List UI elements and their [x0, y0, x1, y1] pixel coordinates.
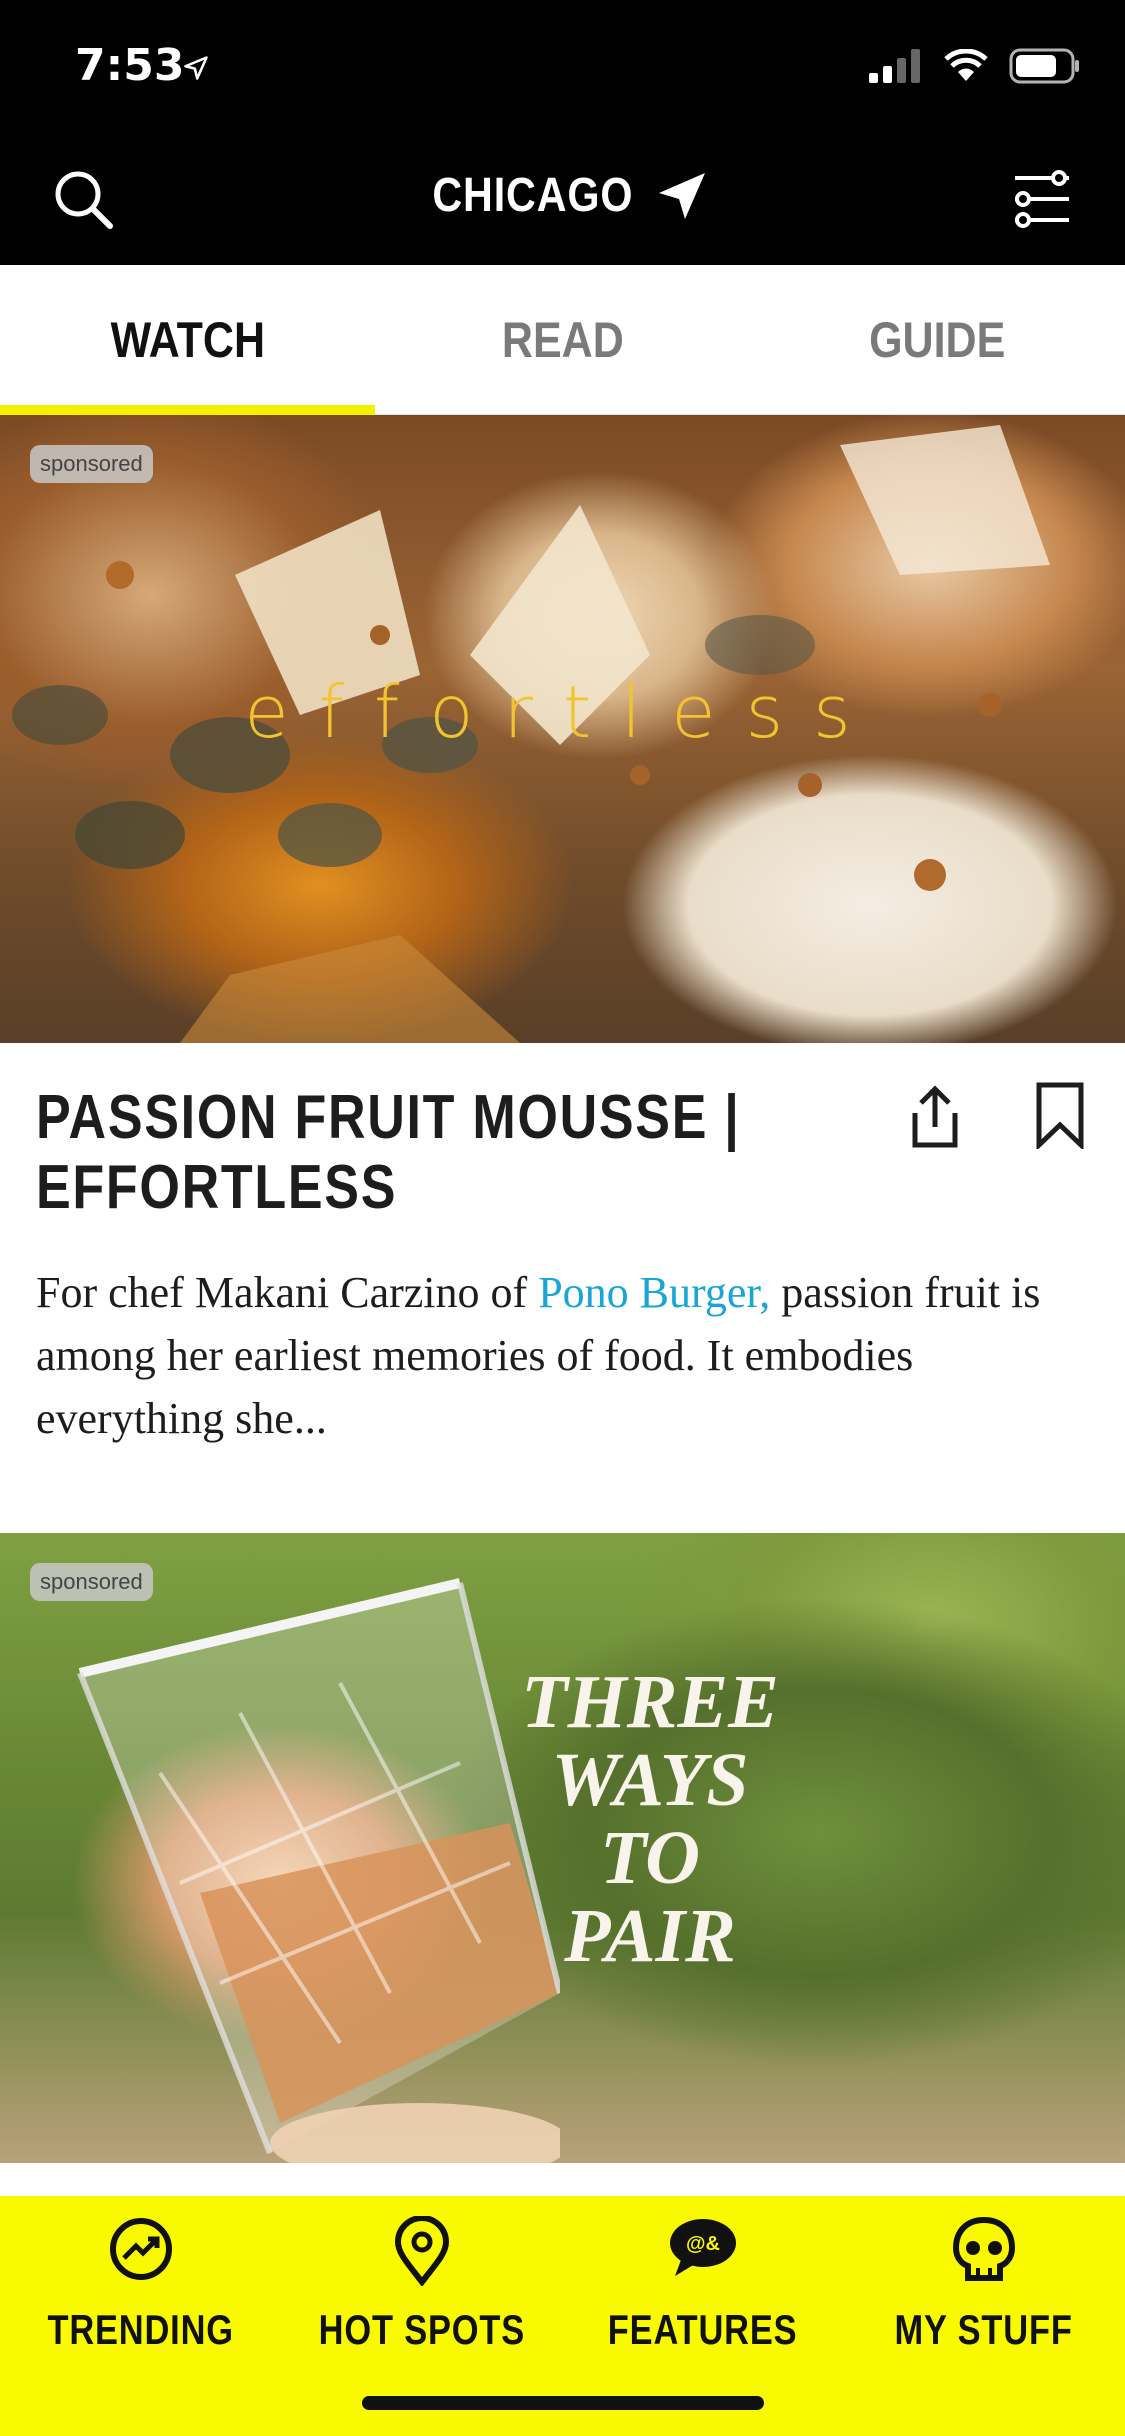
- article-card[interactable]: PASSION FRUIT MOUSSE | EFFORTLESS For ch…: [0, 1043, 1125, 1533]
- video-thumbnail-three-ways-to-pair[interactable]: sponsored THREE WAYS TO PAIR: [0, 1533, 1125, 2163]
- city-label[interactable]: CHICAGO: [433, 168, 634, 223]
- bottom-tab-features[interactable]: @& FEATURES: [562, 2196, 843, 2396]
- trending-icon: [109, 2218, 172, 2280]
- bottom-tab-label: FEATURES: [607, 2306, 798, 2353]
- bottom-tab-label: HOT SPOTS: [318, 2306, 525, 2353]
- status-bar: 7:53: [0, 0, 1125, 130]
- wine-glass-image: [77, 1578, 560, 2163]
- location-services-icon: [184, 56, 208, 80]
- bottom-tab-hot-spots[interactable]: HOT SPOTS: [281, 2196, 562, 2396]
- bookmark-icon[interactable]: [1033, 1081, 1087, 1149]
- tab-guide[interactable]: GUIDE: [750, 265, 1125, 415]
- bottom-tab-trending[interactable]: TRENDING: [0, 2196, 281, 2396]
- tab-watch[interactable]: WATCH: [0, 265, 375, 415]
- skull-icon: [952, 2216, 1015, 2281]
- content-tabs: WATCH READ GUIDE: [0, 265, 1125, 415]
- battery-icon: [1009, 48, 1079, 84]
- card-title[interactable]: PASSION FRUIT MOUSSE | EFFORTLESS: [36, 1083, 834, 1223]
- top-nav-bar: CHICAGO: [0, 130, 1125, 265]
- tab-read[interactable]: READ: [375, 265, 750, 415]
- bottom-tab-bar: TRENDING HOT SPOTS @& FEATURES MY STUFF: [0, 2196, 1125, 2436]
- filter-menu-icon[interactable]: [1011, 170, 1073, 228]
- features-chat-icon: @&: [669, 2219, 736, 2276]
- cellular-signal-icon: [869, 49, 920, 83]
- sponsored-badge: sponsored: [30, 1563, 153, 1601]
- restaurant-link[interactable]: Pono Burger,: [538, 1268, 770, 1317]
- wifi-icon: [944, 49, 988, 81]
- share-icon[interactable]: [905, 1083, 965, 1153]
- status-indicators: [869, 48, 1081, 84]
- bottom-tab-label: TRENDING: [47, 2306, 234, 2353]
- status-time: 7:53: [75, 40, 185, 91]
- bottom-tab-my-stuff[interactable]: MY STUFF: [843, 2196, 1124, 2396]
- home-indicator[interactable]: [362, 2396, 764, 2410]
- card-description: For chef Makani Carzino of Pono Burger, …: [36, 1268, 1041, 1443]
- city-selector[interactable]: CHICAGO: [0, 168, 1125, 223]
- sponsored-badge: sponsored: [30, 445, 153, 483]
- svg-text:@&: @&: [686, 2233, 720, 2255]
- video-thumbnail-passion-fruit[interactable]: sponsored effortless: [0, 415, 1125, 1043]
- image-overlay-text: effortless: [244, 670, 881, 754]
- map-pin-icon: [394, 2216, 449, 2286]
- active-tab-indicator: [0, 405, 375, 415]
- image-overlay-text: THREE WAYS TO PAIR: [521, 1660, 779, 1978]
- bottom-tab-label: MY STUFF: [894, 2306, 1073, 2353]
- location-arrow-icon[interactable]: [655, 169, 709, 223]
